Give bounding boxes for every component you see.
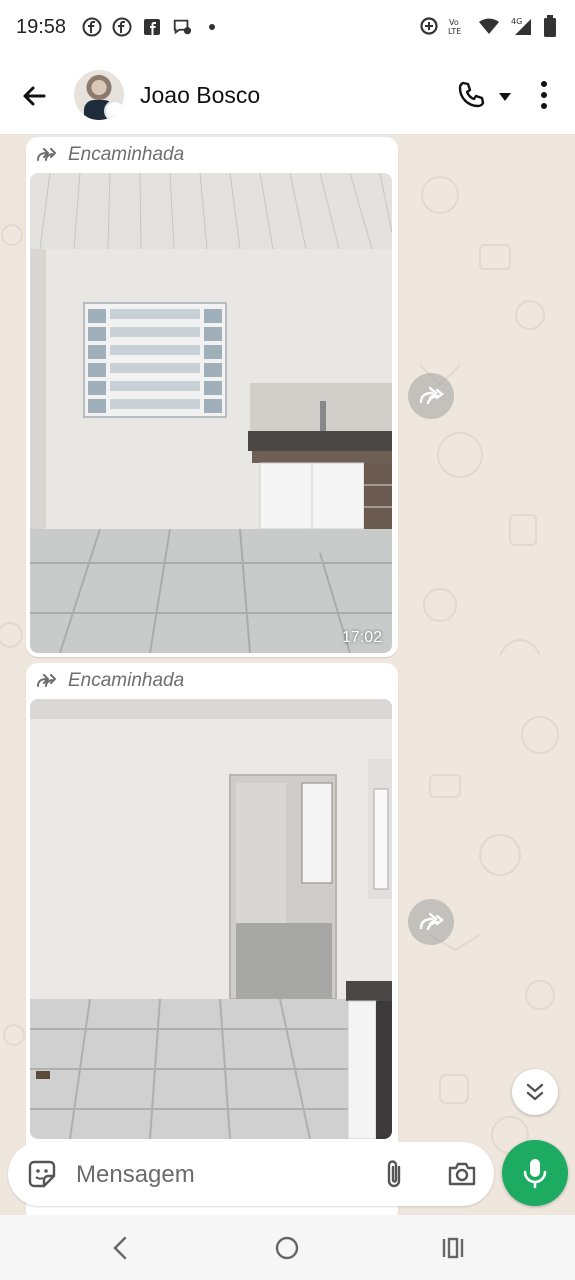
camera-icon[interactable] [446, 1158, 478, 1190]
wifi-icon [477, 16, 501, 36]
forward-double-arrow-icon [37, 674, 57, 687]
forward-share-button[interactable] [408, 373, 454, 419]
message-bubble[interactable]: Encaminhada [26, 137, 398, 657]
double-chevron-down-icon [526, 1083, 544, 1101]
message-timestamp: 17:02 [341, 629, 382, 646]
message-composer [8, 1142, 494, 1206]
back-arrow-icon[interactable] [18, 80, 50, 112]
nav-recent-apps-icon[interactable] [440, 1235, 466, 1261]
facebook-icon [82, 17, 102, 37]
nav-back-icon[interactable] [108, 1235, 134, 1261]
share-forward-icon [419, 386, 444, 405]
status-time: 19:58 [16, 16, 67, 38]
message-image[interactable]: 17:02 [30, 173, 392, 653]
phone-icon[interactable] [456, 80, 486, 110]
forwarded-label: Encaminhada [36, 670, 184, 692]
message-image[interactable] [30, 699, 392, 1139]
kitchen-room-photo [30, 173, 392, 653]
attach-paperclip-icon[interactable] [382, 1158, 408, 1190]
chat-header: Joao Bosco [0, 58, 575, 135]
system-navigation-bar [0, 1215, 575, 1280]
microphone-icon [523, 1159, 547, 1189]
volte-icon: Vo LTE [447, 16, 469, 36]
facebook-icon [112, 17, 132, 37]
scroll-to-bottom-button[interactable] [512, 1069, 558, 1115]
status-bar: 19:58 Vo LTE 4G [0, 0, 575, 58]
svg-text:4G: 4G [511, 17, 522, 26]
microphone-button[interactable] [502, 1140, 568, 1206]
facebook-square-icon [142, 17, 162, 37]
nav-home-icon[interactable] [274, 1235, 300, 1261]
room-with-doorway-photo [30, 699, 392, 1139]
status-badge [104, 100, 124, 120]
message-input[interactable] [74, 1156, 368, 1194]
messenger-icon [172, 17, 192, 37]
more-vert-icon[interactable] [538, 80, 550, 110]
battery-icon [543, 15, 557, 37]
sticker-emoji-icon[interactable] [26, 1158, 58, 1190]
avatar[interactable] [74, 70, 124, 120]
share-forward-icon [419, 912, 444, 931]
dot-icon [202, 17, 222, 37]
svg-text:LTE: LTE [448, 27, 461, 36]
caret-down-icon[interactable] [498, 89, 512, 101]
contact-name[interactable]: Joao Bosco [140, 82, 260, 109]
signal-4g-icon: 4G [509, 16, 535, 36]
chat-area[interactable]: Encaminhada 17:02 Encaminhada [0, 135, 575, 1215]
forward-double-arrow-icon [37, 148, 57, 161]
forwarded-label: Encaminhada [36, 144, 184, 166]
data-saver-icon [419, 16, 439, 36]
message-bubble[interactable]: Encaminhada [26, 663, 398, 1215]
forward-share-button[interactable] [408, 899, 454, 945]
svg-text:Vo: Vo [449, 18, 459, 27]
